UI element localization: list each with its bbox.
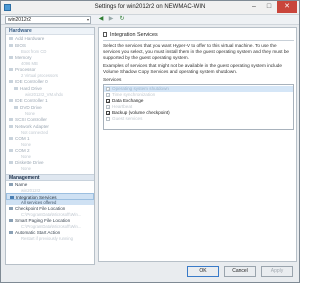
hardware-device-icon	[14, 87, 18, 90]
sidebar-item-label: Name	[15, 182, 28, 187]
sidebar-item-label: Diskette Drive	[15, 160, 44, 165]
sidebar-item-label: Checkpoint File Location	[15, 206, 66, 211]
service-checkbox[interactable]: ✓	[106, 111, 110, 116]
hardware-device-icon	[9, 125, 13, 128]
management-setting-icon	[9, 183, 13, 186]
settings-nav-tree[interactable]: Hardware Add Hardware BIOS Boot from CD Mem…	[5, 27, 95, 265]
sidebar-item-smart-paging-file-location[interactable]: Smart Paging File Location	[6, 217, 94, 224]
panel-title: Integration Services	[103, 31, 253, 39]
sidebar-item-automatic-start-action[interactable]: Automatic Start Action	[6, 229, 94, 236]
sidebar-item-label: BIOS	[15, 43, 26, 48]
management-section-header[interactable]: Management	[6, 174, 94, 181]
sidebar-item-ide-controller-1[interactable]: IDE Controller 1	[6, 97, 94, 104]
sidebar-item-label: Add Hardware	[15, 36, 45, 41]
service-item[interactable]: Guest services	[104, 116, 293, 122]
sidebar-item-hard-drive[interactable]: Hard Drive	[6, 85, 94, 92]
apply-button[interactable]: Apply	[261, 266, 293, 277]
sidebar-item-scsi-controller[interactable]: SCSI Controller	[6, 116, 94, 123]
service-label: Operating system shutdown	[112, 86, 169, 91]
service-checkbox[interactable]: ✓	[106, 99, 110, 104]
sidebar-item-diskette-drive[interactable]: Diskette Drive	[6, 159, 94, 166]
sidebar-item-label: SCSI Controller	[15, 117, 47, 122]
sidebar-item-label: Hard Drive	[20, 86, 42, 91]
service-label: Time synchronization	[112, 92, 156, 97]
sidebar-item-label: None	[21, 166, 32, 171]
sidebar-item-network-adapter[interactable]: Network Adapter	[6, 123, 94, 130]
settings-window: Settings for win2012r2 on NEWMAC-WIN – □…	[0, 0, 300, 283]
hardware-section-header[interactable]: Hardware	[6, 28, 94, 35]
sidebar-item-add-hardware[interactable]: Add Hardware	[6, 35, 94, 42]
sidebar-item-label: DVD Drive	[20, 105, 42, 110]
title-bar[interactable]: Settings for win2012r2 on NEWMAC-WIN – □…	[1, 1, 299, 15]
management-setting-icon	[9, 219, 13, 222]
service-label: Data Exchange	[112, 98, 144, 103]
integration-services-icon	[103, 32, 107, 37]
vm-selector-value: win2012r2	[8, 17, 32, 23]
sidebar-item-name[interactable]: Name	[6, 181, 94, 188]
service-label: Heartbeat	[112, 104, 133, 109]
service-checkbox[interactable]: ✓	[106, 87, 110, 92]
back-arrow-icon[interactable]: ◀	[97, 16, 105, 24]
service-checkbox[interactable]: ✓	[106, 105, 110, 110]
service-label: Backup (volume checkpoint)	[112, 110, 170, 115]
sidebar-item-label: Processor	[15, 67, 36, 72]
sidebar-item-com-1[interactable]: COM 1	[6, 135, 94, 142]
service-label: Guest services	[112, 116, 143, 121]
sidebar-item-label: Network Adapter	[15, 124, 49, 129]
sidebar-item-dvd-drive[interactable]: DVD Drive	[6, 104, 94, 111]
sidebar-item-ide-controller-0[interactable]: IDE Controller 0	[6, 78, 94, 85]
hardware-device-icon	[9, 161, 13, 164]
hardware-device-icon	[9, 149, 13, 152]
sidebar-item-label: IDE Controller 1	[15, 98, 48, 103]
management-setting-icon	[9, 231, 13, 234]
sidebar-item-label: Smart Paging File Location	[15, 218, 71, 223]
sidebar-item-checkpoint-file-location[interactable]: Checkpoint File Location	[6, 205, 94, 212]
management-list: Name win2012r2 Integration Services All ser…	[6, 181, 94, 241]
vm-selector-dropdown[interactable]: win2012r2 ▾	[5, 16, 91, 24]
service-checkbox[interactable]	[106, 117, 110, 121]
hardware-device-icon	[9, 44, 13, 47]
sidebar-item-bios[interactable]: BIOS	[6, 42, 94, 49]
services-list[interactable]: ✓ Operating system shutdown ✓ Time synchron…	[103, 84, 294, 130]
chevron-down-icon: ▾	[86, 17, 89, 22]
ok-button[interactable]: OK	[187, 266, 219, 277]
management-setting-icon	[9, 207, 13, 210]
hardware-device-icon	[9, 99, 13, 102]
sidebar-item-label: IDE Controller 0	[15, 79, 48, 84]
hardware-device-icon	[9, 80, 13, 83]
close-button[interactable]: ✕	[277, 1, 297, 13]
integration-services-panel: Integration Services Select the services…	[98, 27, 297, 262]
services-label: Services	[103, 78, 122, 83]
title-divider	[103, 40, 294, 41]
sidebar-item-integration-services[interactable]: Integration Services	[6, 193, 94, 200]
sidebar-item-label: Memory	[15, 55, 32, 60]
sidebar-item-processor[interactable]: Processor	[6, 66, 94, 73]
forward-arrow-icon[interactable]: ▶	[107, 16, 115, 24]
sidebar-item-label: COM 1	[15, 136, 30, 141]
hardware-device-icon	[9, 68, 13, 71]
tree-item-detail: Restart if previously running	[21, 236, 73, 241]
description-paragraph: Select the services that you want Hyper-…	[103, 43, 290, 60]
hardware-list: Add Hardware BIOS Boot from CD Memory 4096 M…	[6, 35, 94, 171]
hardware-device-icon	[9, 137, 13, 140]
sidebar-item-com-2[interactable]: COM 2	[6, 147, 94, 154]
maximize-button[interactable]: □	[262, 1, 276, 13]
panel-title-text: Integration Services	[110, 32, 158, 38]
sidebar-item-label: COM 2	[15, 148, 30, 153]
sidebar-item-memory[interactable]: Memory	[6, 54, 94, 61]
examples-paragraph: Examples of services that might not be a…	[103, 63, 283, 74]
minimize-button[interactable]: –	[247, 1, 261, 13]
service-checkbox[interactable]: ✓	[106, 93, 110, 98]
toolbar: win2012r2 ▾ ◀ ▶ ↻	[1, 15, 299, 25]
sidebar-item-label: Automatic Start Action	[15, 230, 61, 235]
tree-item-detail: None	[6, 166, 94, 171]
hardware-device-icon	[9, 37, 13, 40]
cancel-button[interactable]: Cancel	[224, 266, 256, 277]
hardware-device-icon	[9, 56, 13, 59]
hardware-device-icon	[9, 118, 13, 121]
refresh-icon[interactable]: ↻	[118, 16, 126, 24]
management-setting-icon	[10, 196, 14, 199]
hardware-device-icon	[14, 106, 18, 109]
